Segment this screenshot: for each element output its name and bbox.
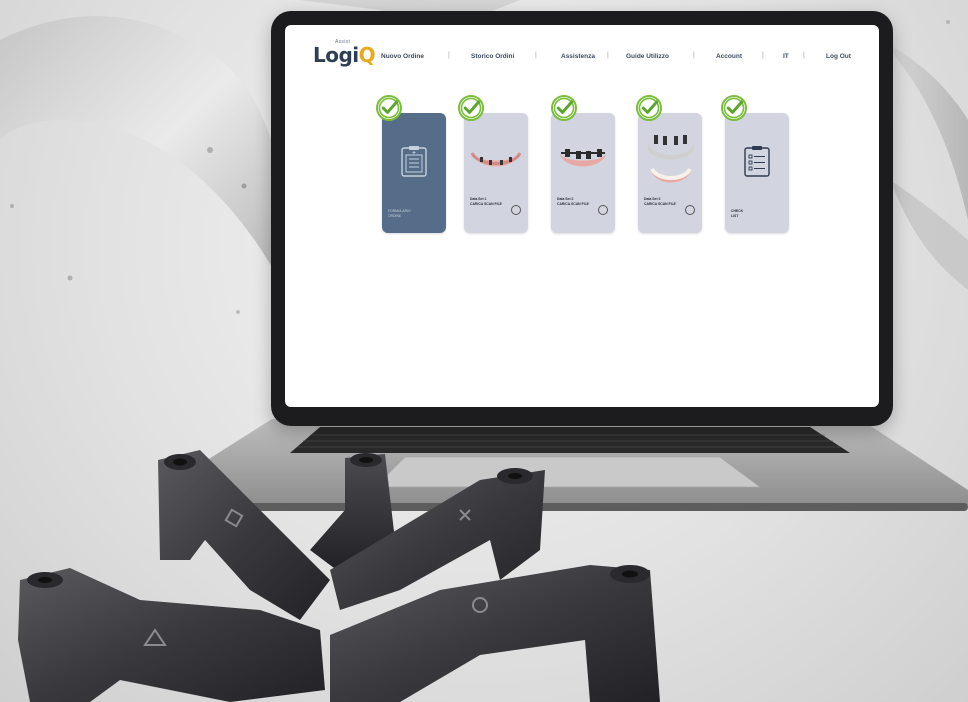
step-card-label: Data Set 3 CARICA SCAN FILE [644, 197, 688, 206]
nav-separator: | [607, 52, 609, 59]
step-subtitle: CARICA SCAN FILE [644, 201, 676, 206]
nav-guide-utilizzo[interactable]: Guide Utilizzo [626, 53, 669, 60]
nav-separator: | [762, 52, 764, 59]
dental-model-image [470, 152, 522, 167]
nav-account[interactable]: Account [716, 53, 742, 60]
logo-prefix: Assist [335, 39, 351, 45]
checkmark-icon [376, 95, 402, 121]
logo[interactable]: Assist LogiQ [313, 39, 376, 67]
checkmark-icon [458, 95, 484, 121]
step-subtitle: ORDINE [388, 213, 402, 218]
nav-separator: | [535, 52, 537, 59]
nav-logout[interactable]: Log Out [826, 53, 851, 60]
checkmark-icon [636, 95, 662, 121]
top-navigation: Assist LogiQ Nuovo Ordine | Storico Ordi… [285, 25, 879, 85]
nav-separator: | [448, 52, 450, 59]
step-subtitle: CARICA SCAN FILE [557, 201, 589, 206]
dental-model-image [559, 149, 607, 167]
logo-name: LogiQ [313, 43, 376, 67]
laptop-screen: Assist LogiQ Nuovo Ordine | Storico Ordi… [285, 25, 879, 407]
nav-nuovo-ordine[interactable]: Nuovo Ordine [381, 53, 424, 60]
step-card-data-set-2[interactable]: Data Set 2 CARICA SCAN FILE [551, 113, 615, 233]
nav-language[interactable]: IT [783, 53, 789, 60]
step-subtitle: LIST [731, 213, 739, 218]
nav-separator: | [693, 52, 695, 59]
step-card-label: FORMULARIO ORDINE [388, 209, 432, 218]
step-card-label: CHECK LIST [731, 209, 775, 218]
step-card-label: Data Set 2 CARICA SCAN FILE [557, 197, 601, 206]
step-card-data-set-3[interactable]: Data Set 3 CARICA SCAN FILE [638, 113, 702, 233]
checklist-icon [744, 146, 770, 177]
logo-name-main: Logi [313, 43, 359, 67]
logo-name-accent: Q [358, 43, 376, 67]
step-card-data-set-1[interactable]: Data Set 1 CARICA SCAN FILE [464, 113, 528, 233]
step-subtitle: CARICA SCAN FILE [470, 201, 502, 206]
step-card-label: Data Set 1 CARICA SCAN FILE [470, 197, 514, 206]
info-icon[interactable] [511, 205, 521, 215]
printed-pedestals [18, 450, 660, 702]
checkmark-icon [721, 95, 747, 121]
step-card-checklist[interactable]: CHECK LIST [725, 113, 789, 233]
dental-model-image [648, 135, 694, 183]
checkmark-icon [551, 95, 577, 121]
info-icon[interactable] [598, 205, 608, 215]
step-card-formulario[interactable]: FORMULARIO ORDINE [382, 113, 446, 233]
nav-separator: | [803, 52, 805, 59]
clipboard-icon [401, 146, 427, 177]
nav-assistenza[interactable]: Assistenza [561, 53, 595, 60]
info-icon[interactable] [685, 205, 695, 215]
nav-storico-ordini[interactable]: Storico Ordini [471, 53, 514, 60]
